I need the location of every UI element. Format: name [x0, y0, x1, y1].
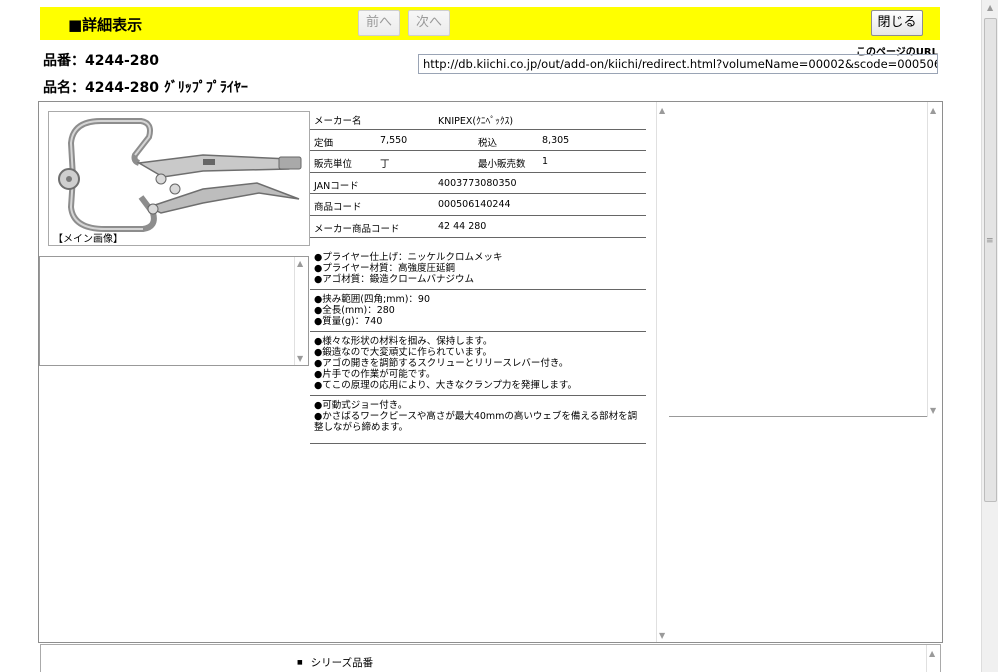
- feature-list: ●プライヤー仕上げ：ニッケルクロムメッキ ●プライヤー材質：高強度圧延鋼 ●アゴ…: [310, 248, 646, 444]
- feature-line: ●様々な形状の材料を掴み、保持します。: [314, 336, 493, 347]
- scroll-down-icon[interactable]: ▼: [930, 406, 936, 415]
- page-title: ■詳細表示: [68, 16, 143, 34]
- price-value: 7,550: [380, 134, 408, 146]
- scroll-down-icon[interactable]: ▼: [297, 354, 303, 363]
- taxin-value: 8,305: [542, 134, 570, 146]
- spec-table: メーカー名 KNIPEX(ｸﾆﾍﾟｯｸｽ) 定価 7,550 税込 8,305 …: [310, 108, 646, 238]
- series-scrollbar[interactable]: ▲: [926, 645, 940, 672]
- minqty-value: 1: [542, 156, 549, 168]
- price-label: 定価: [314, 137, 334, 149]
- feature-line: ●片手での作業が可能です。: [314, 369, 436, 380]
- feature-line: ●プライヤー仕上げ：ニッケルクロムメッキ: [314, 252, 503, 263]
- feature-block-description: ●様々な形状の材料を掴み、保持します。 ●鍛造なので大変頑丈に作られています。 …: [310, 332, 646, 396]
- scroll-up-icon[interactable]: ▲: [929, 649, 935, 658]
- series-box: シリーズ品番 ▲: [40, 644, 941, 672]
- maker-value: KNIPEX(ｸﾆﾍﾟｯｸｽ): [438, 116, 514, 127]
- item-code-label: 商品コード: [314, 202, 362, 214]
- page-url-field[interactable]: http://db.kiichi.co.jp/out/add-on/kiichi…: [418, 54, 938, 74]
- scrollbar-thumb[interactable]: [984, 18, 997, 502]
- unit-value: 丁: [380, 159, 390, 171]
- series-label: シリーズ品番: [297, 655, 373, 670]
- page-scrollbar[interactable]: ▲ ≡: [981, 0, 998, 672]
- sub-image-scrollbar[interactable]: ▲ ▼: [294, 257, 308, 365]
- spec-row-maker-code: メーカー商品コード 42 44 280: [310, 216, 646, 238]
- center-scrollbar[interactable]: ▲ ▼: [656, 102, 670, 642]
- spec-row-unit: 販売単位 丁 最小販売数 1: [310, 151, 646, 173]
- image-caption: 【メイン画像】: [53, 234, 123, 245]
- spec-row-item-code: 商品コード 000506140244: [310, 194, 646, 216]
- scroll-down-icon[interactable]: ▼: [659, 631, 665, 640]
- header-bar: ■詳細表示 前へ 次へ 閉じる: [40, 7, 940, 40]
- spec-row-price: 定価 7,550 税込 8,305: [310, 130, 646, 152]
- scroll-up-icon[interactable]: ▲: [659, 106, 665, 115]
- spec-row-maker: メーカー名 KNIPEX(ｸﾆﾍﾟｯｸｽ): [310, 108, 646, 130]
- feature-line: ●質量(g)：740: [314, 316, 383, 327]
- feature-line: ●アゴ材質：鍛造クロームバナジウム: [314, 274, 475, 285]
- feature-block-notes: ●可動式ジョー付き。 ●かさばるワークピースや高さが最大40mmの高いウェブを備…: [310, 396, 646, 444]
- maker-label: メーカー名: [314, 116, 362, 127]
- close-button[interactable]: 閉じる: [871, 10, 923, 36]
- minqty-label: 最小販売数: [478, 159, 526, 171]
- scroll-up-icon[interactable]: ▲: [987, 3, 993, 12]
- detail-frame: 【メイン画像】 ▲ ▼ メーカー名 KNIPEX(ｸﾆﾍﾟｯｸｽ) 定価 7,5…: [38, 101, 943, 643]
- detail-page: ■詳細表示 前へ 次へ 閉じる 品番：4244-280 品名：4244-280 …: [0, 0, 998, 672]
- scroll-up-icon[interactable]: ▲: [930, 106, 936, 115]
- feature-block-material: ●プライヤー仕上げ：ニッケルクロムメッキ ●プライヤー材質：高強度圧延鋼 ●アゴ…: [310, 248, 646, 290]
- spec-row-jan: JANコード 4003773080350: [310, 173, 646, 195]
- feature-line: ●プライヤー材質：高強度圧延鋼: [314, 263, 456, 274]
- right-info-pane: [669, 102, 939, 417]
- grip-icon: ≡: [986, 236, 994, 246]
- feature-line: ●挟み範囲(四角;mm)：90: [314, 294, 430, 305]
- product-name: 品名：4244-280 ｸﾞﾘｯﾌﾟﾌﾟﾗｲﾔｰ: [43, 80, 248, 96]
- feature-block-dimensions: ●挟み範囲(四角;mm)：90 ●全長(mm)：280 ●質量(g)：740: [310, 290, 646, 332]
- main-image-box[interactable]: 【メイン画像】: [48, 111, 310, 246]
- jan-label: JANコード: [314, 180, 359, 192]
- maker-code-value: 42 44 280: [438, 220, 487, 232]
- item-code-value: 000506140244: [438, 199, 511, 211]
- jan-value: 4003773080350: [438, 177, 517, 189]
- product-code: 品番：4244-280: [43, 53, 159, 69]
- taxin-label: 税込: [478, 137, 498, 149]
- feature-line: ●アゴの開きを調節するスクリューとリリースレバー付き。: [314, 358, 569, 369]
- feature-line: ●全長(mm)：280: [314, 305, 395, 316]
- feature-line: ●鍛造なので大変頑丈に作られています。: [314, 347, 493, 358]
- next-button[interactable]: 次へ: [408, 10, 450, 36]
- grip-pliers-illustration: [58, 118, 302, 232]
- feature-line: ●かさばるワークピースや高さが最大40mmの高いウェブを備える部材を調整しながら…: [314, 411, 638, 433]
- maker-code-label: メーカー商品コード: [314, 223, 400, 235]
- feature-line: ●可動式ジョー付き。: [314, 400, 408, 411]
- sub-image-list[interactable]: ▲ ▼: [39, 256, 309, 366]
- scroll-up-icon[interactable]: ▲: [297, 259, 303, 268]
- unit-label: 販売単位: [314, 159, 353, 171]
- right-pane-scrollbar[interactable]: ▲ ▼: [927, 102, 941, 417]
- feature-line: ●てこの原理の応用により、大きなクランプ力を発揮します。: [314, 380, 577, 391]
- prev-button[interactable]: 前へ: [358, 10, 400, 36]
